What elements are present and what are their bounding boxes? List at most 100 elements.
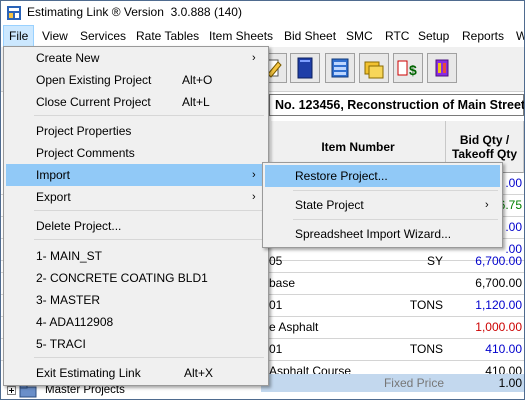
col-header-qty-line1: Bid Qty / [459, 133, 510, 147]
menu-item-label: Spreadsheet Import Wizard... [295, 227, 452, 241]
svg-text:$: $ [409, 62, 417, 78]
app-icon [7, 6, 21, 20]
menu-item-import[interactable]: Import › [6, 164, 266, 186]
menu-item-label: Export [36, 190, 71, 204]
menu-bar: File View Services Rate Tables Item Shee… [1, 25, 524, 47]
menu-item-label: Project Comments [36, 146, 135, 160]
row-unit-text: TONS [409, 298, 443, 312]
menu-item-label: 2- CONCRETE COATING BLD1 [36, 271, 208, 285]
menu-item-export[interactable]: Export › [6, 186, 266, 208]
submenu-arrow-icon: › [252, 52, 256, 64]
row-unit-text: TONS [409, 342, 443, 356]
book-toolbar-button[interactable] [290, 53, 320, 83]
menu-item-exit[interactable]: Exit Estimating Link Alt+X [6, 362, 266, 384]
menu-item-shortcut: Alt+O [182, 73, 213, 87]
menu-item-delete-project[interactable]: Delete Project... [6, 215, 266, 237]
file-menu: Create New › Open Existing Project Alt+O C… [3, 46, 269, 386]
menu-item-project-properties[interactable]: Project Properties [6, 120, 266, 142]
menu-item-label: Project Properties [36, 124, 132, 138]
menu-separator [34, 357, 264, 358]
folders-icon [364, 61, 384, 79]
fixed-price-label: Fixed Price [383, 376, 444, 390]
menu-item-recent-2[interactable]: 2- CONCRETE COATING BLD1 [6, 267, 266, 289]
book-icon [297, 57, 313, 79]
sheet-toolbar-button[interactable] [325, 53, 355, 83]
menu-rate-tables[interactable]: Rate Tables [131, 25, 204, 47]
menu-item-label: Delete Project... [36, 219, 122, 233]
spreadsheet-icon [331, 58, 349, 78]
menu-item-label: Open Existing Project [36, 73, 152, 87]
menu-item-close-current[interactable]: Close Current Project Alt+L [6, 91, 266, 113]
row-item-text: 05 [269, 254, 283, 268]
menu-rtc[interactable]: RTC [380, 25, 414, 47]
menu-item-shortcut: Alt+X [184, 366, 214, 380]
menu-item-label: Create New [36, 51, 100, 65]
fixed-price-row[interactable]: Fixed Price 1.00 [261, 374, 524, 392]
row-unit-text: SY [426, 254, 443, 268]
cost-toolbar-button[interactable]: $ [393, 53, 423, 83]
menu-separator [293, 190, 498, 191]
window-title: Estimating Link ® Version 3.0.888 (140) [27, 5, 242, 19]
submenu-arrow-icon: › [252, 169, 256, 181]
menu-item-open-existing[interactable]: Open Existing Project Alt+O [6, 69, 266, 91]
menu-file[interactable]: File [3, 25, 35, 47]
menu-item-label: Close Current Project [36, 95, 151, 109]
menu-item-recent-4[interactable]: 4- ADA112908 [6, 311, 266, 333]
menu-bid-sheet[interactable]: Bid Sheet [279, 25, 341, 47]
title-bar: Estimating Link ® Version 3.0.888 (140) [1, 1, 524, 25]
menu-view[interactable]: View [37, 25, 73, 47]
menu-separator [34, 239, 264, 240]
menu-item-label: State Project [295, 198, 364, 212]
row-qty: 1,000.00 [475, 320, 522, 334]
submenu-arrow-icon: › [252, 191, 256, 203]
tools-icon [435, 59, 449, 77]
menu-item-spreadsheet-import[interactable]: Spreadsheet Import Wizard... [265, 223, 500, 245]
menu-item-create-new[interactable]: Create New › [6, 47, 266, 69]
row-qty: 6,700.00 [475, 254, 522, 268]
menu-item-label: 5- TRACI [36, 337, 86, 351]
row-qty: 6,700.00 [475, 276, 522, 290]
row-item-text: e Asphalt [269, 320, 319, 334]
menu-item-recent-5[interactable]: 5- TRACI [6, 333, 266, 355]
menu-item-label: Restore Project... [295, 169, 388, 183]
menu-item-restore-project[interactable]: Restore Project... [265, 165, 500, 187]
menu-item-project-comments[interactable]: Project Comments [6, 142, 266, 164]
menu-reports[interactable]: Reports [457, 25, 509, 47]
menu-item-label: 1- MAIN_ST [36, 249, 103, 263]
row-qty: 410.00 [485, 342, 522, 356]
menu-smc[interactable]: SMC [341, 25, 378, 47]
menu-item-label: Exit Estimating Link [36, 366, 141, 380]
project-header-text: No. 123456, Reconstruction of Main Stree… [275, 98, 525, 112]
col-header-qty-line2: Takeoff Qty [451, 147, 518, 161]
row-unit-text [381, 273, 443, 294]
folder-icon [19, 384, 37, 398]
menu-item-recent-1[interactable]: 1- MAIN_ST [6, 245, 266, 267]
submenu-arrow-icon: › [485, 199, 489, 211]
fixed-price-qty: 1.00 [498, 376, 522, 390]
menu-item-label: 3- MASTER [36, 293, 101, 307]
menu-item-state-project[interactable]: State Project › [265, 194, 500, 216]
menu-item-label: 4- ADA112908 [36, 315, 114, 329]
folders-toolbar-button[interactable] [359, 53, 389, 83]
row-item-text: base [269, 276, 296, 290]
menu-item-label: Import [36, 168, 71, 182]
row-item-text: 01 [269, 298, 283, 312]
project-header-field: No. 123456, Reconstruction of Main Stree… [269, 94, 524, 116]
menu-separator [293, 219, 498, 220]
menu-window[interactable]: W [511, 25, 524, 47]
menu-item-recent-3[interactable]: 3- MASTER [6, 289, 266, 311]
menu-setup[interactable]: Setup [413, 25, 454, 47]
app-window: Estimating Link ® Version 3.0.888 (140) … [0, 0, 525, 400]
row-unit-text [381, 317, 443, 338]
menu-services[interactable]: Services [75, 25, 131, 47]
import-submenu: Restore Project... State Project › Spread… [262, 162, 503, 248]
menu-item-sheets[interactable]: Item Sheets [204, 25, 278, 47]
tools-toolbar-button[interactable] [427, 53, 457, 83]
menu-separator [34, 210, 264, 211]
expand-icon[interactable] [7, 386, 16, 395]
row-item-text: 01 [269, 342, 283, 356]
menu-item-shortcut: Alt+L [182, 95, 210, 109]
cost-icon: $ [397, 60, 417, 78]
menu-separator [34, 115, 264, 116]
row-qty: 1,120.00 [475, 298, 522, 312]
